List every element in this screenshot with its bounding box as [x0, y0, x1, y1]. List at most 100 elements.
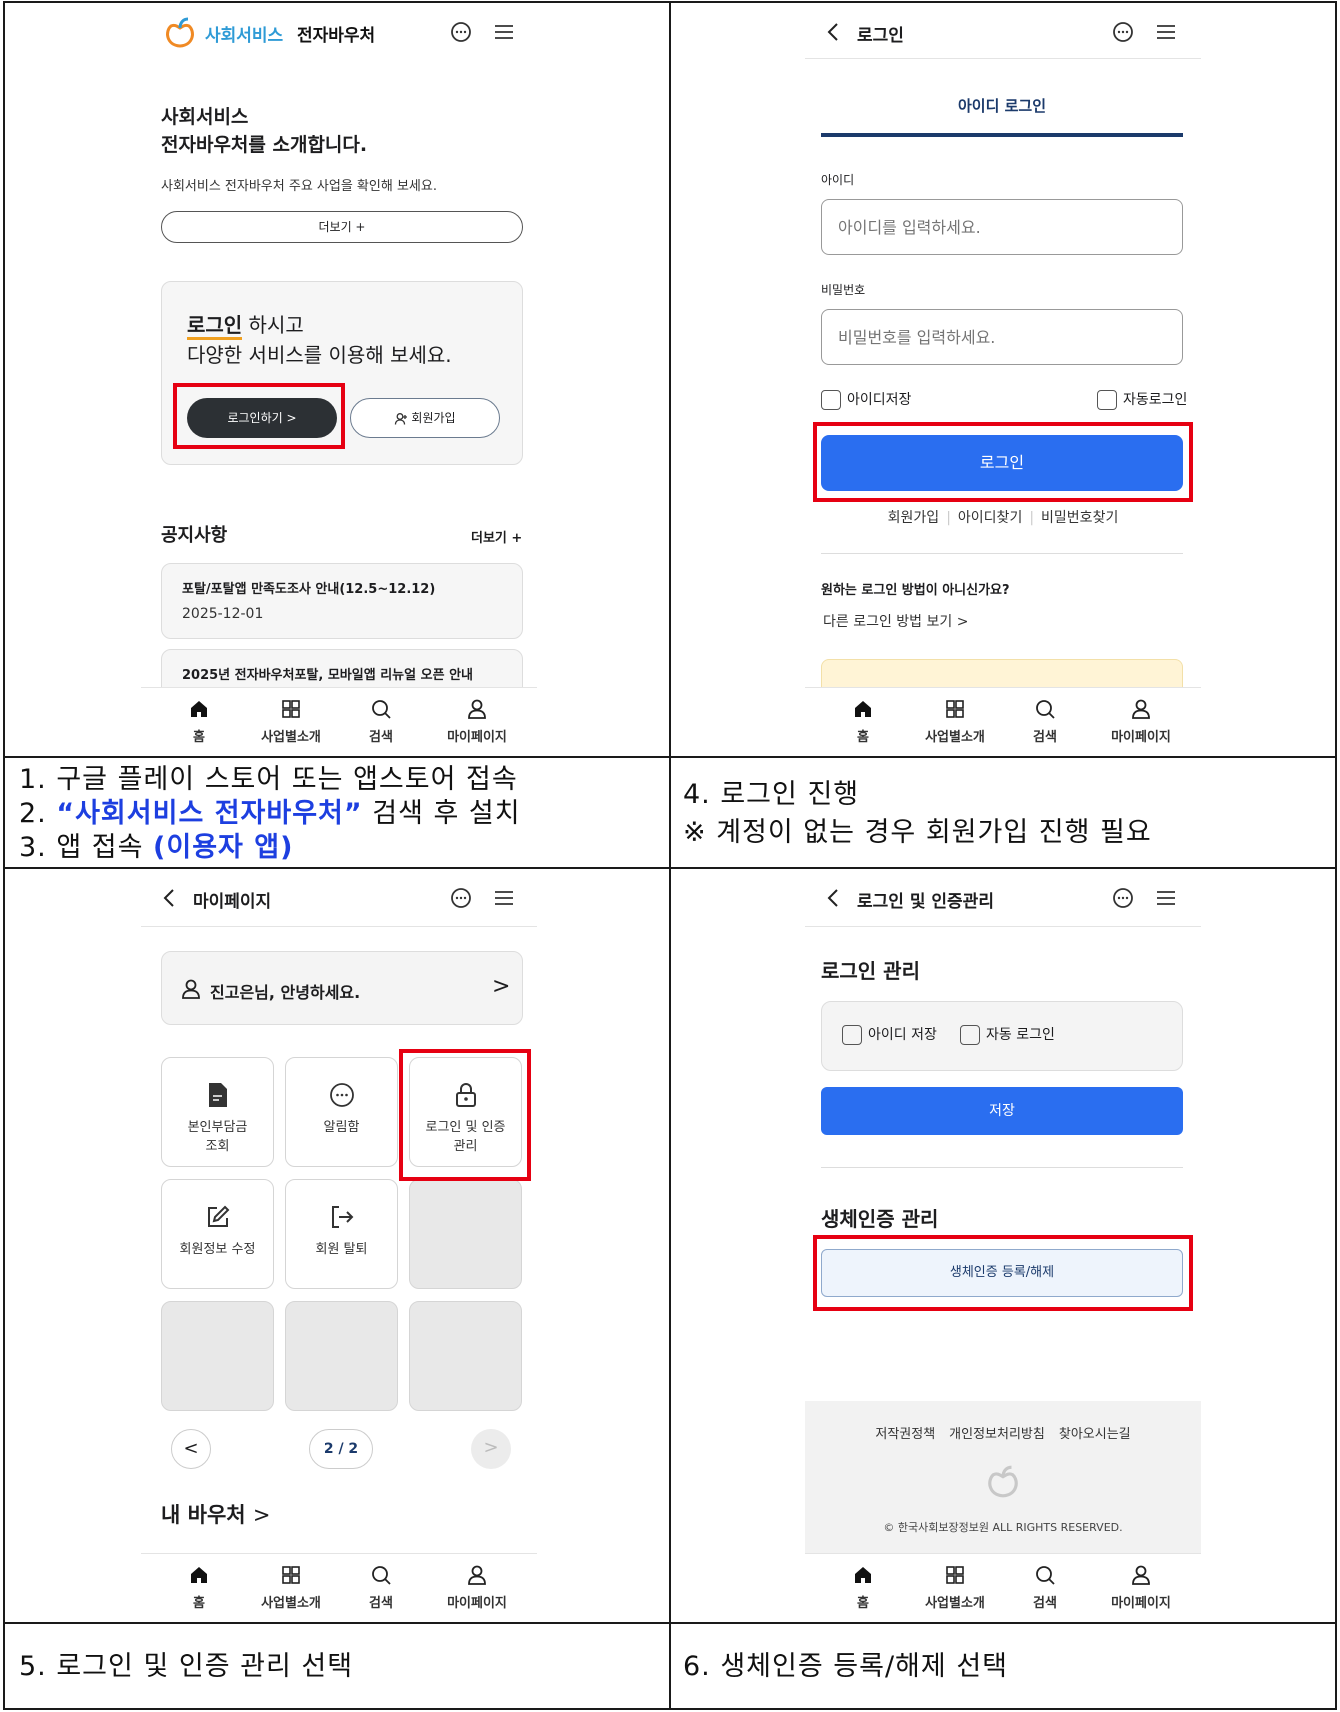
tab-id-login[interactable]: 아이디 로그인	[821, 95, 1183, 137]
back-arrow-icon[interactable]	[159, 887, 181, 909]
user-add-icon	[395, 412, 408, 425]
notice-title: 공지사항	[161, 525, 228, 546]
footer-link-copyright[interactable]: 저작권정책	[875, 1427, 935, 1442]
nav-business[interactable]: 사업별소개	[915, 698, 995, 745]
tile-withdraw-label: 회원 탈퇴	[315, 1242, 368, 1257]
back-arrow-icon[interactable]	[823, 887, 845, 909]
nav-business[interactable]: 사업별소개	[251, 1564, 331, 1611]
search-icon	[1036, 1566, 1055, 1585]
nav-search[interactable]: 검색	[341, 1564, 421, 1611]
find-password-link[interactable]: 비밀번호찾기	[1041, 510, 1118, 526]
login-management-title: 로그인 관리	[821, 959, 920, 983]
step-text-5: 5. 로그인 및 인증 관리 선택	[3, 1622, 671, 1710]
chat-icon[interactable]	[450, 887, 472, 909]
save-id-checkbox[interactable]: 아이디저장	[821, 389, 911, 410]
brand-logo-icon	[166, 17, 194, 48]
home-icon	[855, 1567, 871, 1583]
tile-edit-profile[interactable]: 회원정보 수정	[161, 1179, 274, 1289]
app-header: 로그인	[805, 3, 1201, 59]
chat-icon[interactable]	[1112, 21, 1134, 43]
brand-name-dark: 전자바우처	[297, 26, 376, 46]
auto-login-checkbox[interactable]: 자동로그인	[1097, 389, 1187, 410]
grid-icon	[946, 1566, 964, 1584]
notice-more-link[interactable]: 더보기 +	[471, 527, 522, 546]
id-label: 아이디	[821, 173, 855, 187]
nav-mypage[interactable]: 마이페이지	[1101, 698, 1181, 745]
step-2-num: 2.	[19, 798, 57, 829]
back-arrow-icon[interactable]	[823, 21, 845, 43]
chat-icon[interactable]	[1112, 887, 1134, 909]
checkbox[interactable]	[821, 390, 841, 410]
mypage-screen: 마이페이지 진고은님, 안녕하세요. > 본인부담금 조회 알림함 로그인 및 인…	[141, 869, 537, 1622]
nav-mypage[interactable]: 마이페이지	[437, 698, 517, 745]
signup-button[interactable]: 회원가입	[350, 398, 500, 438]
nav-search[interactable]: 검색	[1005, 1564, 1085, 1611]
chevron-right-icon: >	[956, 614, 969, 630]
profile-card[interactable]: 진고은님, 안녕하세요. >	[161, 951, 523, 1025]
intro-line-1: 사회서비스	[161, 106, 249, 128]
save-id-checkbox[interactable]: 아이디 저장	[842, 1024, 937, 1045]
step-2-app-name: “사회서비스 전자바우처”	[56, 798, 363, 829]
chat-icon[interactable]	[450, 21, 472, 43]
notice-item[interactable]: 포탈/포탈앱 만족도조사 안내(12.5~12.12) 2025-12-01	[161, 563, 523, 639]
auto-login-checkbox[interactable]: 자동 로그인	[960, 1024, 1055, 1045]
nav-home[interactable]: 홈	[823, 1564, 903, 1611]
signup-link[interactable]: 회원가입	[888, 510, 940, 526]
alt-login-label: 다른 로그인 방법 보기	[823, 614, 953, 630]
intro-line-2: 전자바우처를 소개합니다.	[161, 134, 368, 156]
nav-mypage[interactable]: 마이페이지	[437, 1564, 517, 1611]
user-icon	[182, 979, 200, 999]
account-links: 회원가입 | 아이디찾기 | 비밀번호찾기	[887, 510, 1119, 526]
notice-title-1: 포탈/포탈앱 만족도조사 안내(12.5~12.12)	[182, 582, 436, 597]
menu-icon[interactable]	[493, 21, 515, 43]
divider	[821, 553, 1183, 554]
password-input[interactable]	[821, 309, 1183, 365]
menu-icon[interactable]	[1155, 887, 1177, 909]
cell-login-screen: 로그인 아이디 로그인 아이디 비밀번호 아이디저장 자동로그인 로그인 회원가…	[669, 1, 1337, 758]
save-id-label: 아이디저장	[847, 392, 912, 408]
nav-business[interactable]: 사업별소개	[251, 698, 331, 745]
logout-icon	[331, 1206, 353, 1228]
checkbox[interactable]	[1097, 390, 1117, 410]
nav-search-label: 검색	[1033, 730, 1057, 745]
footer-link-directions[interactable]: 찾아오시는길	[1059, 1427, 1131, 1442]
id-input[interactable]	[821, 199, 1183, 255]
menu-icon[interactable]	[493, 887, 515, 909]
tile-copay-lookup[interactable]: 본인부담금 조회	[161, 1057, 274, 1167]
checkbox[interactable]	[960, 1025, 980, 1045]
tile-withdraw[interactable]: 회원 탈퇴	[285, 1179, 398, 1289]
save-button[interactable]: 저장	[821, 1087, 1183, 1135]
my-voucher-link[interactable]: 내 바우처 >	[161, 1499, 271, 1529]
nav-search[interactable]: 검색	[1005, 698, 1085, 745]
search-icon	[372, 700, 391, 719]
nav-home-label: 홈	[857, 730, 869, 745]
nav-search[interactable]: 검색	[341, 698, 421, 745]
signup-label: 회원가입	[411, 411, 456, 425]
highlight-box	[399, 1049, 531, 1181]
home-icon	[191, 1567, 207, 1583]
nav-home[interactable]: 홈	[159, 1564, 239, 1611]
find-id-link[interactable]: 아이디찾기	[958, 510, 1022, 526]
prev-page-button[interactable]: <	[171, 1429, 211, 1469]
step-text-1-3: 1. 구글 플레이 스토어 또는 앱스토어 접속 2. “사회서비스 전자바우처…	[3, 756, 671, 869]
step-1: 1. 구글 플레이 스토어 또는 앱스토어 접속	[19, 764, 518, 795]
next-page-button[interactable]: >	[471, 1429, 511, 1469]
intro-heading: 사회서비스 전자바우처를 소개합니다.	[161, 103, 367, 159]
login-promo-line2: 다양한 서비스를 이용해 보세요.	[187, 343, 452, 367]
auto-login-label: 자동 로그인	[986, 1027, 1055, 1043]
save-id-label: 아이디 저장	[868, 1027, 937, 1043]
nav-home[interactable]: 홈	[823, 698, 903, 745]
nav-business[interactable]: 사업별소개	[915, 1564, 995, 1611]
tile-notifications-label: 알림함	[323, 1120, 360, 1135]
more-button[interactable]: 더보기 +	[161, 211, 523, 243]
nav-mypage[interactable]: 마이페이지	[1101, 1564, 1181, 1611]
checkbox[interactable]	[842, 1025, 862, 1045]
login-promo-suffix: 하시고	[242, 313, 304, 337]
menu-icon[interactable]	[1155, 21, 1177, 43]
nav-home[interactable]: 홈	[159, 698, 239, 745]
bottom-nav: 홈 사업별소개 검색 마이페이지	[805, 687, 1201, 756]
footer-link-privacy[interactable]: 개인정보처리방침	[949, 1427, 1045, 1442]
tile-notifications[interactable]: 알림함	[285, 1057, 398, 1167]
alt-login-link[interactable]: 다른 로그인 방법 보기 >	[823, 611, 968, 631]
step-6: 6. 생체인증 등록/해제 선택	[683, 1651, 1009, 1682]
